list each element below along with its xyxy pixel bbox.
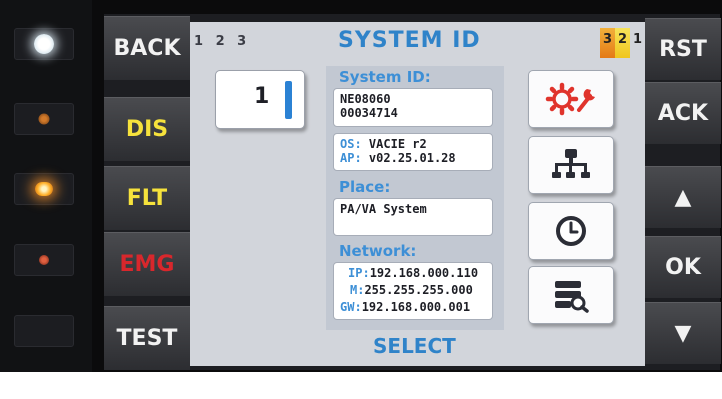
test-button-label: TEST <box>116 326 178 351</box>
network-field: IP:192.168.000.110 M:255.255.255.000 GW:… <box>333 262 493 320</box>
disable-led-light <box>38 113 50 125</box>
mask-value: 255.255.255.000 <box>364 283 473 297</box>
page-title: SYSTEM ID <box>338 28 481 53</box>
place-field[interactable]: PA/VA System <box>333 198 493 236</box>
power-led <box>14 28 74 60</box>
acknowledge-button[interactable]: ACK <box>645 82 721 144</box>
gateway-key: GW: <box>340 300 362 314</box>
version-field: OS: VACIE r2 AP: v02.25.01.28 <box>333 133 493 171</box>
screen-header: 1 2 3 SYSTEM ID 3 2 1 <box>190 22 645 62</box>
system-id-line1: NE08060 <box>340 92 391 106</box>
disable-button-label: DIS <box>125 117 169 142</box>
network-button[interactable] <box>528 136 614 194</box>
down-arrow-icon: ▼ <box>674 321 692 346</box>
reset-button-label: RST <box>659 37 707 62</box>
server-search-icon <box>555 281 589 313</box>
power-led-light <box>34 34 54 54</box>
network-tree-icon <box>552 149 590 178</box>
fault-button-label: FLT <box>126 186 168 211</box>
back-button[interactable]: BACK <box>104 16 190 80</box>
acknowledge-button-label: ACK <box>657 101 709 126</box>
emergency-button[interactable]: EMG <box>104 232 190 296</box>
ip-key: IP: <box>348 266 370 280</box>
test-led <box>14 315 74 347</box>
lcd-screen: 1 2 3 SYSTEM ID 3 2 1 1 System ID: NE080… <box>190 22 645 366</box>
emergency-button-label: EMG <box>119 252 175 277</box>
gateway-value: 192.168.000.001 <box>361 300 471 314</box>
selector-cursor <box>285 81 292 119</box>
emergency-led-light <box>39 255 49 265</box>
os-key: OS: <box>340 137 362 151</box>
ap-key: AP: <box>340 151 362 165</box>
access-level-2: 2 <box>615 28 630 58</box>
place-label: Place: <box>339 178 391 196</box>
page-indicator[interactable]: 1 2 3 <box>194 34 250 49</box>
control-panel: BACK DIS FLT EMG TEST RST ACK ▲ OK ▼ 1 2… <box>0 0 722 399</box>
down-arrow-button[interactable]: ▼ <box>645 302 721 364</box>
place-value: PA/VA System <box>340 202 427 216</box>
disable-led <box>14 103 74 135</box>
back-button-label: BACK <box>113 36 181 61</box>
fault-button[interactable]: FLT <box>104 166 190 230</box>
mask-key: M: <box>350 283 365 297</box>
emergency-led <box>14 244 74 276</box>
system-id-field: NE08060 00034714 <box>333 88 493 127</box>
access-level-3: 3 <box>600 28 615 58</box>
ok-button-label: OK <box>665 255 701 280</box>
ok-button[interactable]: OK <box>645 236 721 298</box>
clock-icon <box>556 216 586 246</box>
system-id-line2: 00034714 <box>340 106 398 120</box>
access-level-indicator: 3 2 1 <box>600 28 645 62</box>
os-value: VACIE r2 <box>368 137 427 151</box>
bottom-margin <box>0 372 722 399</box>
up-arrow-icon: ▲ <box>674 185 692 210</box>
device-search-button[interactable] <box>528 266 614 324</box>
network-label: Network: <box>339 242 417 260</box>
test-button[interactable]: TEST <box>104 306 190 370</box>
reset-button[interactable]: RST <box>645 18 721 80</box>
select-action-label: SELECT <box>373 334 456 358</box>
clock-button[interactable] <box>528 202 614 260</box>
system-info-panel: System ID: NE08060 00034714 OS: VACIE r2… <box>326 66 504 330</box>
access-level-1: 1 <box>630 28 645 58</box>
fault-led <box>14 173 74 205</box>
up-arrow-button[interactable]: ▲ <box>645 166 721 228</box>
disable-button[interactable]: DIS <box>104 97 190 161</box>
selector-value: 1 <box>254 84 270 109</box>
settings-button[interactable] <box>528 70 614 128</box>
ip-value: 192.168.000.110 <box>369 266 479 280</box>
status-led-panel <box>0 0 92 399</box>
settings-wrench-icon <box>545 82 595 116</box>
system-id-label: System ID: <box>339 68 431 86</box>
fault-led-light <box>35 182 53 196</box>
system-selector[interactable]: 1 <box>215 70 305 129</box>
ap-value: v02.25.01.28 <box>368 151 456 165</box>
